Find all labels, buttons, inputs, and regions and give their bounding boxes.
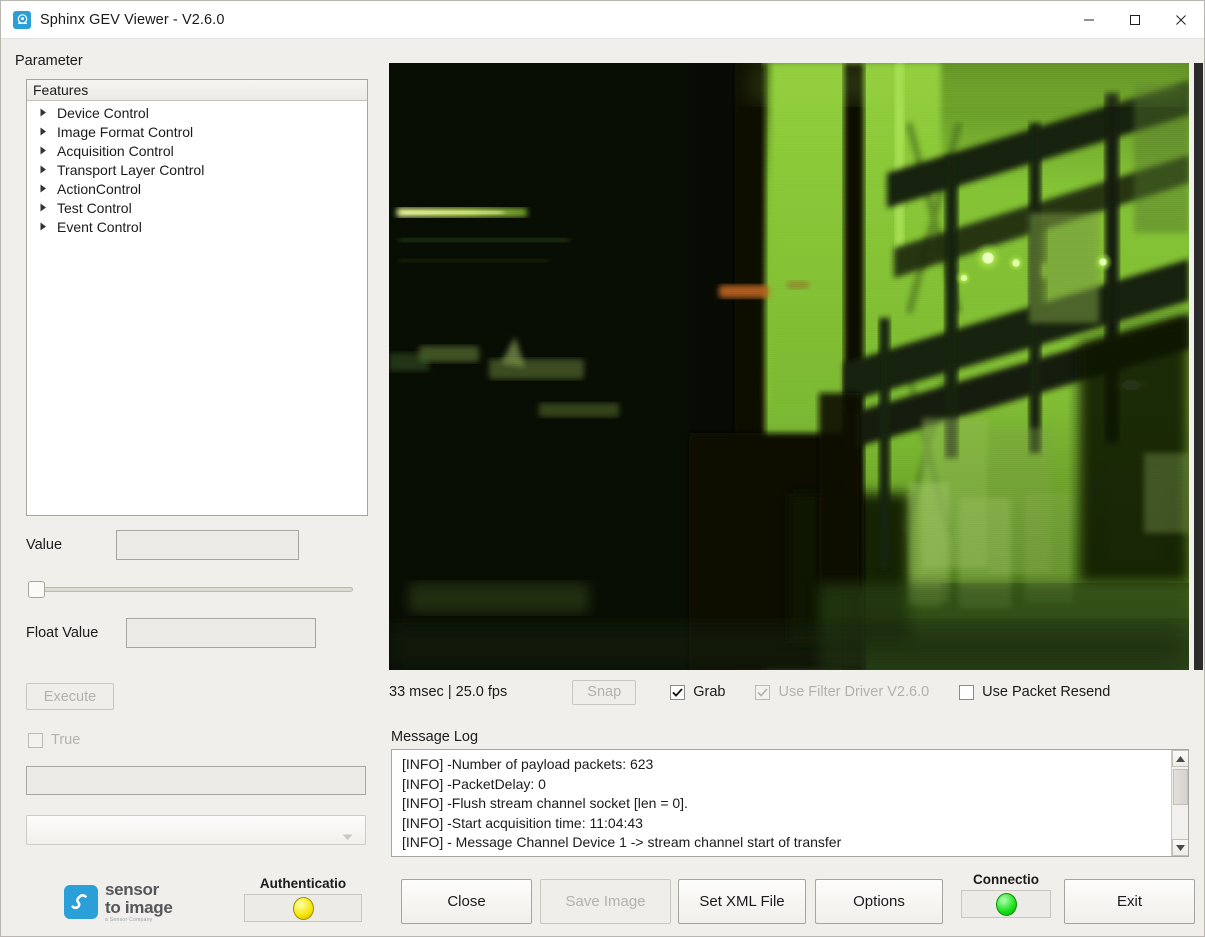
authentication-status: Authenticatio xyxy=(244,876,362,922)
page-scrollbar-thumb[interactable] xyxy=(1194,63,1203,670)
value-input[interactable] xyxy=(116,530,299,560)
logo-line-2: to image xyxy=(105,898,173,917)
log-line: [INFO] -Flush stream channel socket [len… xyxy=(402,795,688,811)
sphinx-gev-viewer-window: Sphinx GEV Viewer - V2.6.0 Parameter Fea… xyxy=(0,0,1205,937)
tree-item-label: Image Format Control xyxy=(57,123,194,140)
live-video-display[interactable] xyxy=(389,63,1189,670)
save-image-button[interactable]: Save Image xyxy=(540,879,671,924)
use-filter-driver-checkbox-row[interactable]: Use Filter Driver V2.6.0 xyxy=(755,684,929,700)
true-checkbox[interactable] xyxy=(28,732,43,748)
tree-item-label: Acquisition Control xyxy=(57,142,174,159)
minimize-icon[interactable] xyxy=(1066,1,1112,38)
sidebar-item-device-control[interactable]: Device Control xyxy=(27,103,367,122)
true-checkbox-label: True xyxy=(51,732,81,748)
message-log-label: Message Log xyxy=(391,729,479,745)
chevron-right-icon xyxy=(37,127,49,136)
use-filter-driver-checkbox[interactable] xyxy=(755,684,771,700)
true-checkbox-row[interactable]: True xyxy=(28,732,80,748)
chevron-down-icon xyxy=(342,828,353,846)
window-title: Sphinx GEV Viewer - V2.6.0 xyxy=(40,11,225,28)
message-log-scrollbar[interactable] xyxy=(1171,750,1188,856)
options-button[interactable]: Options xyxy=(815,879,943,924)
set-xml-file-button[interactable]: Set XML File xyxy=(678,879,806,924)
sidebar-item-image-format-control[interactable]: Image Format Control xyxy=(27,122,367,141)
value-slider[interactable] xyxy=(28,579,353,599)
slider-track xyxy=(36,587,353,592)
parameter-label: Parameter xyxy=(15,53,83,69)
maximize-icon[interactable] xyxy=(1112,1,1158,38)
chevron-right-icon xyxy=(37,165,49,174)
close-icon[interactable] xyxy=(1158,1,1204,38)
enumeration-combobox[interactable] xyxy=(26,815,366,845)
close-button[interactable]: Close xyxy=(401,879,532,924)
chevron-right-icon xyxy=(37,146,49,155)
execute-button[interactable]: Execute xyxy=(26,683,114,710)
video-noise-overlay xyxy=(389,63,1189,670)
sidebar-item-event-control[interactable]: Event Control xyxy=(27,217,367,236)
value-row: Value xyxy=(26,529,368,561)
float-value-label: Float Value xyxy=(26,625,99,641)
exit-button[interactable]: Exit xyxy=(1064,879,1195,924)
snap-button[interactable]: Snap xyxy=(572,679,637,705)
connection-led xyxy=(995,892,1017,916)
grab-checkbox-label: Grab xyxy=(693,684,726,700)
string-value-input[interactable] xyxy=(26,766,366,795)
chevron-right-icon xyxy=(37,222,49,231)
app-logo-icon xyxy=(13,10,31,29)
use-packet-resend-label: Use Packet Resend xyxy=(982,684,1111,700)
features-tree[interactable]: Features Device Control Image Format Con… xyxy=(26,79,368,516)
connection-label: Connectio xyxy=(973,872,1039,887)
log-line: [INFO] -Start acquisition time: 11:04:43 xyxy=(402,814,643,831)
tree-item-label: Test Control xyxy=(57,199,132,216)
log-line: [INFO] -Number of payload packets: 623 xyxy=(402,756,654,772)
sidebar-item-acquisition-control[interactable]: Acquisition Control xyxy=(27,141,367,160)
connection-status: Connectio xyxy=(961,872,1051,918)
chevron-right-icon xyxy=(37,108,49,117)
grab-checkbox-row[interactable]: Grab xyxy=(670,684,725,700)
logo-s-icon xyxy=(64,885,98,919)
connection-led-well xyxy=(961,890,1051,918)
log-line: [INFO] - Message Channel Device 1 -> str… xyxy=(402,834,842,850)
chevron-right-icon xyxy=(37,184,49,193)
float-value-row: Float Value xyxy=(26,617,368,649)
features-tree-header: Features xyxy=(27,80,367,101)
message-log[interactable]: [INFO] -Number of payload packets: 623 [… xyxy=(391,749,1189,857)
sidebar-item-action-control[interactable]: ActionControl xyxy=(27,179,367,198)
use-packet-resend-checkbox-row[interactable]: Use Packet Resend xyxy=(959,684,1110,700)
sidebar-item-transport-layer-control[interactable]: Transport Layer Control xyxy=(27,160,367,179)
authentication-led xyxy=(292,896,314,920)
sensor-to-image-logo: sensor to image a Sensor Company xyxy=(64,878,194,926)
features-tree-list: Device Control Image Format Control Acqu… xyxy=(27,101,367,236)
slider-thumb[interactable] xyxy=(28,581,45,598)
title-bar: Sphinx GEV Viewer - V2.6.0 xyxy=(1,1,1204,39)
window-controls xyxy=(1066,1,1204,38)
tree-item-label: Event Control xyxy=(57,218,142,235)
log-line: [INFO] -PacketDelay: 0 xyxy=(402,775,546,792)
scroll-up-icon[interactable] xyxy=(1172,750,1188,767)
scroll-down-icon[interactable] xyxy=(1172,839,1188,856)
use-packet-resend-checkbox[interactable] xyxy=(959,684,975,700)
fps-status-text: 33 msec | 25.0 fps xyxy=(389,684,508,700)
message-log-scrollbar-thumb[interactable] xyxy=(1173,769,1188,805)
tree-item-label: ActionControl xyxy=(57,180,142,197)
logo-wordmark: sensor to image a Sensor Company xyxy=(105,881,173,923)
chevron-right-icon xyxy=(37,203,49,212)
authentication-led-well xyxy=(244,894,362,922)
value-label: Value xyxy=(26,537,63,553)
grab-checkbox[interactable] xyxy=(670,684,686,700)
acquisition-status-bar: 33 msec | 25.0 fps Snap Grab Use Filter … xyxy=(389,677,1189,707)
logo-line-1: sensor xyxy=(105,880,159,899)
sidebar-item-test-control[interactable]: Test Control xyxy=(27,198,367,217)
authentication-label: Authenticatio xyxy=(259,876,347,891)
tree-item-label: Device Control xyxy=(57,104,149,121)
float-value-input[interactable] xyxy=(126,618,316,648)
use-filter-driver-label: Use Filter Driver V2.6.0 xyxy=(778,684,930,700)
message-log-lines: [INFO] -Number of payload packets: 623 [… xyxy=(392,750,1188,853)
tree-item-label: Transport Layer Control xyxy=(57,161,205,178)
page-scrollbar[interactable] xyxy=(1194,63,1203,670)
logo-tagline: a Sensor Company xyxy=(105,917,153,923)
